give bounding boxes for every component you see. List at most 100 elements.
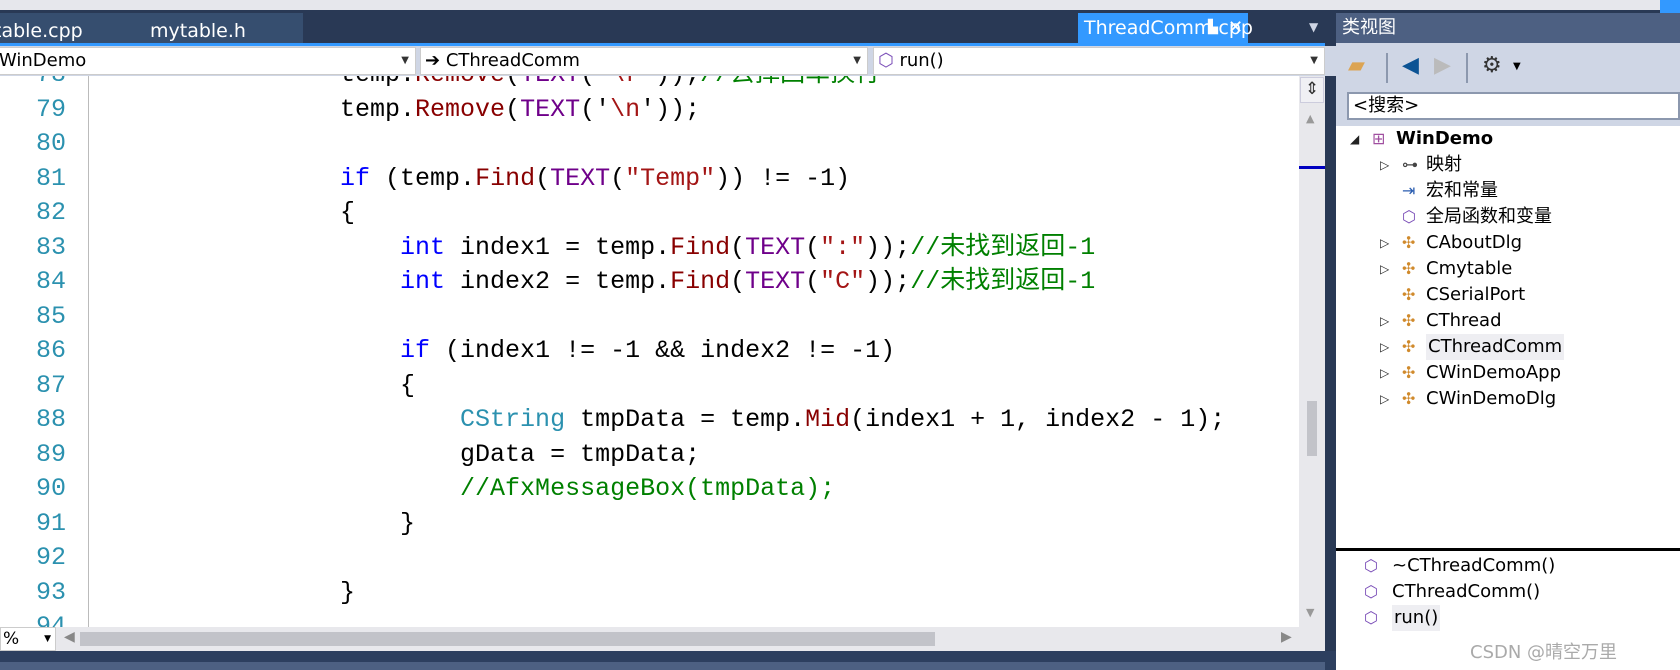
tree-item[interactable]: ▷ ✣ Cmytable bbox=[1336, 256, 1680, 282]
tree-item[interactable]: ▷ ✣ CThread bbox=[1336, 308, 1680, 334]
tree-item[interactable]: ▷ ✣ CAboutDlg bbox=[1336, 230, 1680, 256]
tab-mytable-h[interactable]: mytable.h bbox=[150, 16, 246, 46]
code-token: { bbox=[160, 370, 416, 400]
tree-item[interactable]: ▷ ✣ CWinDemoApp bbox=[1336, 360, 1680, 386]
back-icon[interactable]: ◀ bbox=[1402, 53, 1419, 78]
pin-icon[interactable]: ▙ bbox=[1208, 13, 1218, 43]
code-line[interactable]: 80 bbox=[0, 127, 1299, 162]
class-combo[interactable]: ➔ CThreadComm ▼ bbox=[420, 47, 868, 75]
tab-threadcomm-cpp[interactable]: ThreadComm.cpp ▙ ✕ bbox=[1078, 13, 1253, 43]
code-line[interactable]: 79 temp.Remove(TEXT('\n')); bbox=[0, 93, 1299, 128]
tab-overflow-dropdown-icon[interactable]: ▼ bbox=[1309, 20, 1318, 34]
chevron-down-icon[interactable]: ▼ bbox=[1513, 61, 1521, 72]
panel-splitter[interactable] bbox=[1336, 548, 1680, 551]
code-line[interactable]: 82 { bbox=[0, 196, 1299, 231]
vertical-scrollbar[interactable]: ⇕ ▲ ▼ bbox=[1299, 76, 1325, 627]
tree-item[interactable]: ▷ ✣ CThreadComm bbox=[1336, 334, 1680, 360]
tree-item-label: CThreadComm bbox=[1426, 334, 1565, 360]
tree-item-label: 映射 bbox=[1426, 154, 1462, 175]
member-item[interactable]: ⬡ CThreadComm() bbox=[1336, 579, 1680, 605]
line-number: 92 bbox=[35, 543, 66, 572]
code-token: tmpData = temp. bbox=[565, 405, 806, 434]
scroll-right-icon[interactable]: ▶ bbox=[1281, 629, 1292, 645]
code-editor[interactable]: 78 temp.Remove(TEXT('\r'));//去掉回车换行79 te… bbox=[0, 76, 1299, 627]
tree-item[interactable]: ⬡ 全局函数和变量 bbox=[1336, 204, 1680, 230]
line-number: 89 bbox=[35, 439, 66, 469]
code-token: (' bbox=[580, 94, 611, 124]
code-token: Find bbox=[670, 267, 731, 296]
code-line[interactable]: 81 if (temp.Find(TEXT("Temp")) != -1) bbox=[0, 162, 1299, 197]
project-icon: ⊞ bbox=[1372, 129, 1386, 148]
expand-arrow-icon[interactable]: ▷ bbox=[1380, 386, 1389, 412]
line-source: int index2 = temp.Find(TEXT("C"));//未找到返… bbox=[160, 265, 1095, 300]
chevron-down-icon: ▼ bbox=[853, 55, 861, 66]
new-folder-icon[interactable]: ▰ bbox=[1348, 53, 1365, 78]
code-line[interactable]: 92 bbox=[0, 541, 1299, 576]
code-token: //未找到返回-1 bbox=[910, 232, 1096, 262]
zoom-value: % bbox=[3, 629, 20, 649]
tree-item[interactable]: ▷ ✣ CWinDemoDlg bbox=[1336, 386, 1680, 412]
code-line[interactable]: 93 } bbox=[0, 576, 1299, 611]
code-line[interactable]: 85 bbox=[0, 300, 1299, 335]
code-line[interactable]: 78 temp.Remove(TEXT('\r'));//去掉回车换行 bbox=[0, 76, 1299, 93]
member-item[interactable]: ⬡ run() bbox=[1336, 605, 1680, 631]
project-combo[interactable]: WinDemo ▼ bbox=[0, 47, 416, 75]
tree-item[interactable]: ⇥ 宏和常量 bbox=[1336, 178, 1680, 204]
tree-item-label: CWinDemoDlg bbox=[1426, 388, 1557, 409]
member-item[interactable]: ⬡ ~CThreadComm() bbox=[1336, 553, 1680, 579]
tree-item-label: WinDemo bbox=[1396, 128, 1494, 149]
split-handle-icon[interactable]: ⇕ bbox=[1300, 77, 1324, 103]
macro-icon: ⇥ bbox=[1402, 181, 1416, 200]
tree-item-label: 全局函数和变量 bbox=[1426, 206, 1552, 227]
collapse-arrow-icon[interactable]: ◢ bbox=[1350, 126, 1359, 152]
code-token: //AfxMessageBox(tmpData); bbox=[160, 474, 836, 503]
tab-table-cpp[interactable]: table.cpp bbox=[0, 16, 83, 46]
expand-arrow-icon[interactable]: ▷ bbox=[1380, 334, 1389, 360]
code-line[interactable]: 84 int index2 = temp.Find(TEXT("C"));//未… bbox=[0, 265, 1299, 300]
tree-item[interactable]: ✣ CSerialPort bbox=[1336, 282, 1680, 308]
code-line[interactable]: 91 } bbox=[0, 507, 1299, 542]
code-line[interactable]: 86 if (index1 != -1 && index2 != -1) bbox=[0, 334, 1299, 369]
member-combo[interactable]: ⬡ run() ▼ bbox=[873, 47, 1325, 75]
line-number: 90 bbox=[35, 474, 66, 503]
toolbar-separator bbox=[1466, 53, 1468, 83]
code-token: ( bbox=[535, 163, 551, 193]
scroll-up-icon[interactable]: ▲ bbox=[1306, 112, 1314, 125]
close-icon[interactable]: ✕ bbox=[1228, 13, 1243, 43]
code-line[interactable]: 94 bbox=[0, 610, 1299, 627]
watermark: CSDN @晴空万里 bbox=[1470, 642, 1618, 663]
code-line[interactable]: 89 gData = tmpData; bbox=[0, 438, 1299, 473]
project-combo-value: WinDemo bbox=[0, 50, 87, 71]
code-token: if bbox=[160, 163, 371, 193]
code-line[interactable]: 88 CString tmpData = temp.Mid(index1 + 1… bbox=[0, 403, 1299, 438]
member-list: ⬡ ~CThreadComm() ⬡ CThreadComm() ⬡ run() bbox=[1336, 553, 1680, 631]
class-icon: ✣ bbox=[1402, 311, 1416, 330]
expand-arrow-icon[interactable]: ▷ bbox=[1380, 152, 1389, 178]
vertical-scroll-thumb[interactable] bbox=[1307, 401, 1317, 456]
expand-arrow-icon[interactable]: ▷ bbox=[1380, 360, 1389, 386]
code-token: ( bbox=[610, 163, 626, 193]
code-token: ( bbox=[505, 76, 520, 89]
expand-arrow-icon[interactable]: ▷ bbox=[1380, 308, 1389, 334]
code-line[interactable]: 87 { bbox=[0, 369, 1299, 404]
code-line[interactable]: 83 int index1 = temp.Find(TEXT(":"));//未… bbox=[0, 231, 1299, 266]
tree-item[interactable]: ◢ ⊞ WinDemo bbox=[1336, 126, 1680, 152]
scroll-left-icon[interactable]: ◀ bbox=[64, 629, 75, 645]
settings-icon[interactable]: ⚙ bbox=[1482, 53, 1502, 78]
expand-arrow-icon[interactable]: ▷ bbox=[1380, 256, 1389, 282]
tree-item[interactable]: ▷ ⊶ 映射 bbox=[1336, 152, 1680, 178]
chevron-down-icon: ▼ bbox=[401, 55, 409, 66]
code-line[interactable]: 90 //AfxMessageBox(tmpData); bbox=[0, 472, 1299, 507]
class-view-search-input[interactable]: <搜索> bbox=[1347, 92, 1680, 120]
scroll-down-icon[interactable]: ▼ bbox=[1306, 606, 1314, 619]
expand-arrow-icon[interactable]: ▷ bbox=[1380, 230, 1389, 256]
zoom-combo[interactable]: % ▼ bbox=[0, 627, 56, 651]
class-icon: ✣ bbox=[1402, 389, 1416, 408]
line-source: gData = tmpData; bbox=[160, 438, 700, 473]
line-number: 91 bbox=[35, 508, 66, 538]
code-token: TEXT bbox=[745, 267, 806, 296]
code-token: ( bbox=[730, 267, 746, 296]
navigation-bar: WinDemo ▼ ➔ CThreadComm ▼ ⬡ run() ▼ bbox=[0, 46, 1336, 76]
chevron-down-icon: ▼ bbox=[1310, 55, 1318, 66]
horizontal-scroll-thumb[interactable] bbox=[80, 632, 935, 646]
